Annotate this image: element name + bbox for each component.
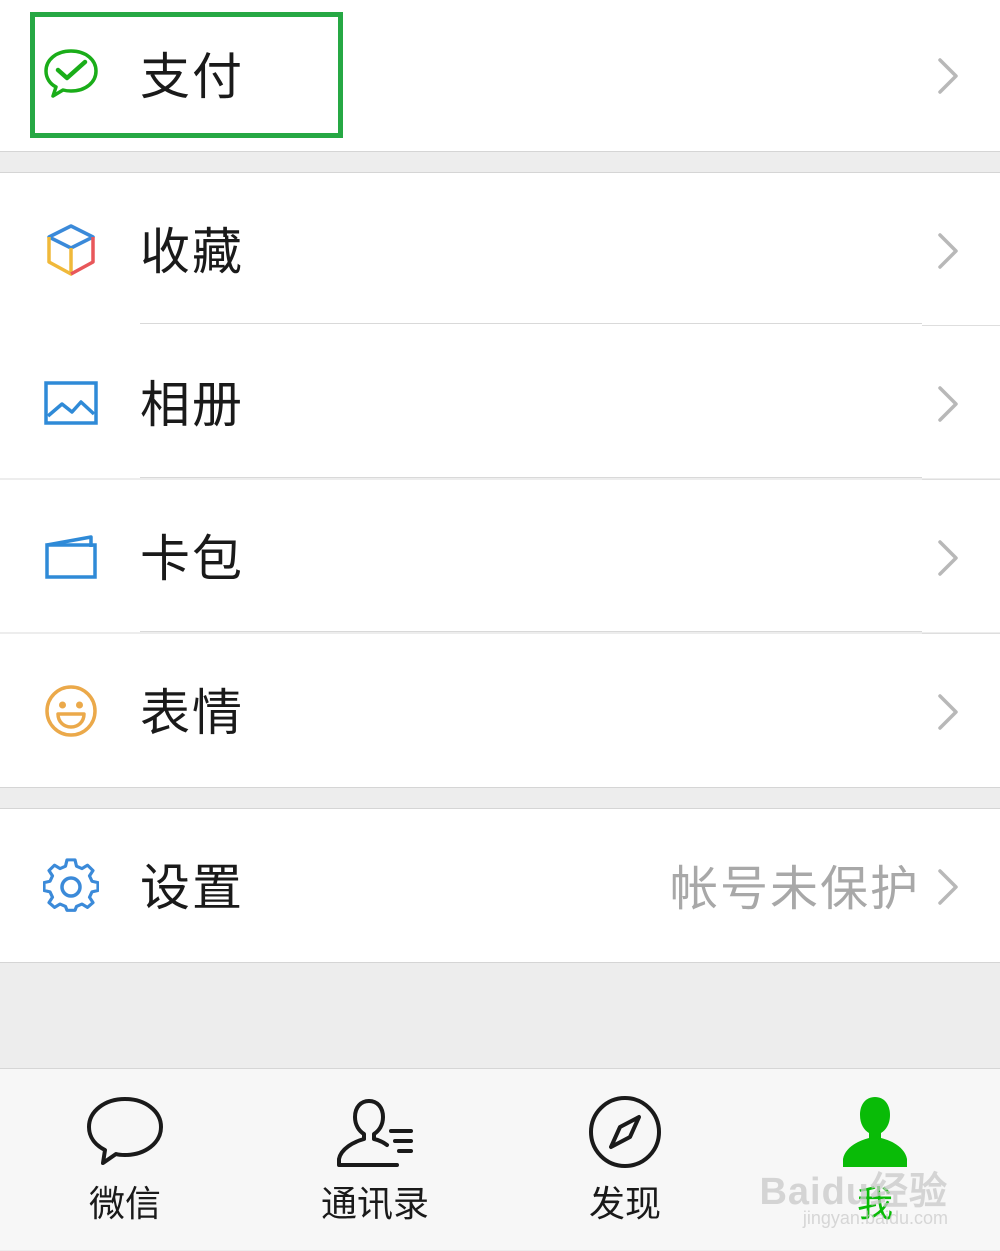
menu-row-cards[interactable]: 卡包 — [0, 480, 1000, 632]
baidu-watermark-url: jingyan.baidu.com — [802, 1208, 948, 1228]
menu-label-cards: 卡包 — [140, 530, 244, 588]
menu-row-stickers[interactable]: 表情 — [0, 634, 1000, 788]
smiley-face-icon — [42, 682, 100, 740]
menu-row-settings[interactable]: 设置 帐号未保护 — [0, 809, 1000, 962]
highlight-box — [30, 12, 343, 138]
menu-row-favorites[interactable]: 收藏 — [0, 173, 1000, 326]
album-picture-icon — [42, 374, 100, 432]
baidu-watermark: Baidu经验 — [759, 1171, 948, 1213]
row-divider — [140, 631, 922, 632]
favorites-cube-icon — [42, 221, 100, 279]
chevron-right-icon — [938, 233, 958, 269]
compass-icon — [589, 1096, 661, 1168]
contacts-icon — [337, 1099, 413, 1167]
chevron-right-icon — [938, 694, 958, 730]
chevron-right-icon — [938, 540, 958, 576]
tab-discover[interactable]: 发现 — [500, 1069, 750, 1251]
chevron-right-icon — [938, 869, 958, 905]
section-separator — [0, 151, 1000, 152]
tab-chats[interactable]: 微信 — [0, 1069, 250, 1251]
gear-icon — [42, 857, 100, 915]
section-separator — [0, 962, 1000, 963]
settings-status-text: 帐号未保护 — [669, 861, 920, 917]
card-wallet-icon — [42, 528, 100, 586]
chevron-right-icon — [938, 386, 958, 422]
row-divider — [140, 323, 922, 324]
section-separator — [0, 787, 1000, 788]
menu-row-pay[interactable]: 支付 — [0, 0, 1000, 152]
menu-label-stickers: 表情 — [140, 684, 244, 742]
menu-row-album[interactable]: 相册 — [0, 326, 1000, 478]
row-divider — [140, 477, 922, 478]
tab-contacts[interactable]: 通讯录 — [250, 1069, 500, 1251]
tab-label: 微信 — [88, 1184, 161, 1225]
menu-label-album: 相册 — [140, 376, 244, 434]
menu-label-settings: 设置 — [140, 859, 244, 917]
chat-bubble-icon — [87, 1097, 163, 1165]
chevron-right-icon — [938, 58, 958, 94]
menu-label-favorites: 收藏 — [140, 223, 244, 281]
tab-label: 发现 — [588, 1184, 661, 1225]
tab-label: 通讯录 — [320, 1184, 429, 1225]
